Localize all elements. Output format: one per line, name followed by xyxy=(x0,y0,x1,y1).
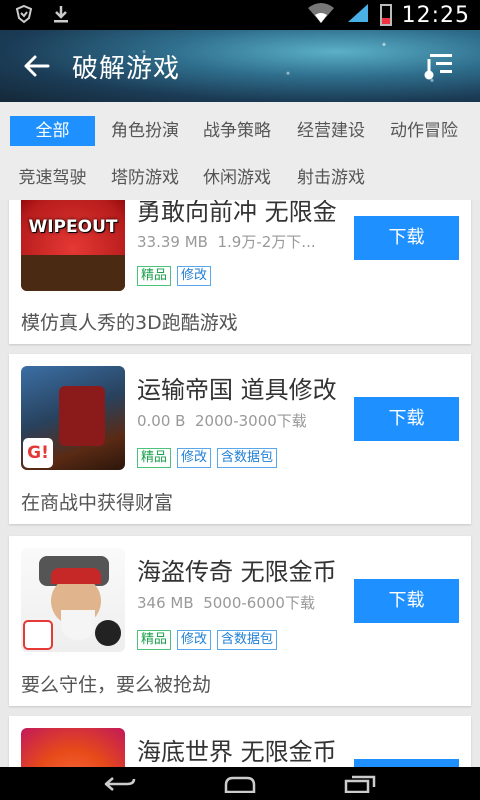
tag-modified: 修改 xyxy=(177,448,212,468)
tag-premium: 精品 xyxy=(137,630,172,650)
battery-icon xyxy=(379,4,392,26)
category-tab-rpg[interactable]: 角色扮演 xyxy=(104,116,186,146)
home-icon xyxy=(224,776,256,793)
tag-data-pack: 含数据包 xyxy=(217,448,278,468)
category-tab-all[interactable]: 全部 xyxy=(10,116,95,146)
sort-list-icon xyxy=(424,54,452,80)
game-size: 0.00 B xyxy=(137,412,186,430)
game-thumbnail xyxy=(21,728,125,767)
back-button[interactable] xyxy=(18,48,54,84)
tag-premium: 精品 xyxy=(137,448,172,468)
category-tab-action[interactable]: 动作冒险 xyxy=(383,116,465,146)
nav-recents-button[interactable] xyxy=(330,771,390,797)
category-tab-racing[interactable]: 竞速驾驶 xyxy=(10,163,95,193)
signal-icon xyxy=(346,2,370,28)
wifi-icon xyxy=(306,2,336,28)
game-tags: 精品 修改 含数据包 xyxy=(137,448,278,468)
arrow-left-icon xyxy=(24,55,50,77)
recents-icon xyxy=(344,775,376,793)
game-description: 在商战中获得财富 xyxy=(21,492,174,514)
game-meta: 33.39 MB 1.9万-2万下... xyxy=(137,231,347,252)
game-downloads: 1.9万-2万下... xyxy=(217,233,316,251)
back-icon xyxy=(104,777,136,791)
game-list[interactable]: WIPEOUT 勇敢向前冲 无限金 33.39 MB 1.9万-2万下... 精… xyxy=(0,200,480,767)
game-name: 勇敢向前冲 无限金 xyxy=(137,200,337,226)
category-filter: 全部 角色扮演 战争策略 经营建设 动作冒险 竞速驾驶 塔防游戏 休闲游戏 射击… xyxy=(0,102,480,200)
download-button[interactable]: 下载 xyxy=(354,216,459,260)
category-tab-strategy[interactable]: 战争策略 xyxy=(196,116,278,146)
game-tags: 精品 修改 含数据包 xyxy=(137,630,278,650)
sort-filter-button[interactable] xyxy=(418,46,458,86)
game-downloads: 5000-6000下载 xyxy=(203,594,315,612)
game-thumbnail: G! xyxy=(21,366,125,470)
category-tab-casual[interactable]: 休闲游戏 xyxy=(196,163,278,193)
nav-back-button[interactable] xyxy=(90,771,150,797)
game-card-pirate-legend[interactable]: 海盗传奇 无限金币 346 MB 5000-6000下载 精品 修改 含数据包 … xyxy=(9,536,471,706)
game-name: 运输帝国 道具修改 xyxy=(137,376,337,404)
game-card-transport-empire[interactable]: G! 运输帝国 道具修改 0.00 B 2000-3000下载 精品 修改 含数… xyxy=(9,354,471,524)
game-meta: 0.00 B 2000-3000下载 xyxy=(137,410,347,431)
status-time: 12:25 xyxy=(401,2,470,28)
game-tags: 精品 修改 xyxy=(137,266,212,286)
game-description: 要么守住，要么被抢劫 xyxy=(21,674,212,696)
game-size: 33.39 MB xyxy=(137,233,208,251)
category-tab-tower-defense[interactable]: 塔防游戏 xyxy=(104,163,186,193)
game-name: 海盗传奇 无限金币 xyxy=(137,558,337,586)
tag-modified: 修改 xyxy=(177,266,212,286)
game-thumbnail: WIPEOUT xyxy=(21,200,125,291)
tag-premium: 精品 xyxy=(137,266,172,286)
page-title: 破解游戏 xyxy=(72,54,181,84)
category-tab-shooter[interactable]: 射击游戏 xyxy=(290,163,372,193)
game-description: 模仿真人秀的3D跑酷游戏 xyxy=(21,312,238,334)
game-meta: 346 MB 5000-6000下载 xyxy=(137,592,347,613)
status-bar: 12:25 xyxy=(0,0,480,30)
game-downloads: 2000-3000下载 xyxy=(195,412,307,430)
download-button[interactable]: 下载 xyxy=(354,759,459,767)
game-thumbnail xyxy=(21,548,125,652)
game-card-underwater-world[interactable]: 海底世界 无限金币 下载 xyxy=(9,716,471,767)
game-name: 海底世界 无限金币 xyxy=(137,738,337,766)
game-size: 346 MB xyxy=(137,594,194,612)
game-card-wipeout[interactable]: WIPEOUT 勇敢向前冲 无限金 33.39 MB 1.9万-2万下... 精… xyxy=(9,200,471,344)
download-button[interactable]: 下载 xyxy=(354,579,459,623)
download-button[interactable]: 下载 xyxy=(354,397,459,441)
nav-home-button[interactable] xyxy=(210,771,270,797)
tag-data-pack: 含数据包 xyxy=(217,630,278,650)
category-tab-simulation[interactable]: 经营建设 xyxy=(290,116,372,146)
tag-modified: 修改 xyxy=(177,630,212,650)
shield-notification-icon xyxy=(14,4,34,28)
app-header: 破解游戏 xyxy=(0,30,480,102)
download-notification-icon xyxy=(52,4,70,28)
system-navigation-bar xyxy=(0,767,480,800)
